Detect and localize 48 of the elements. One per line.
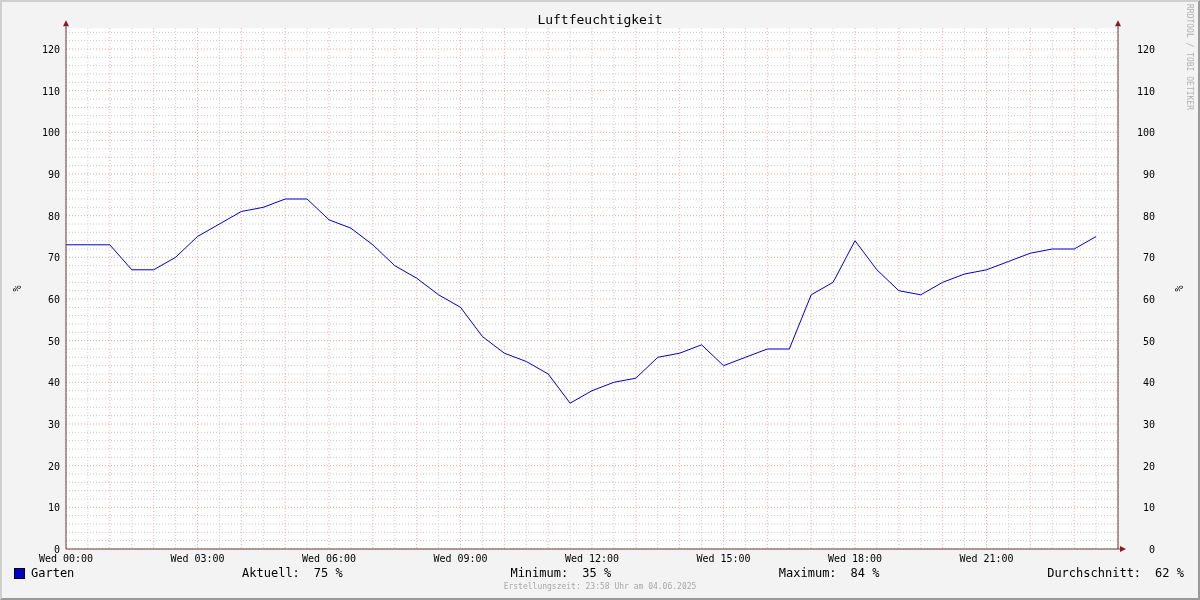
y-tick-label: 30: [47, 419, 60, 430]
chart-title: Luftfeuchtigkeit: [537, 12, 663, 27]
y-axis-label: %: [11, 285, 22, 292]
stat-label: Minimum:: [510, 566, 569, 580]
x-tick-label: Wed 18:00: [827, 553, 883, 564]
creation-time-text: Erstellungszeit: 23:58 Uhr am 04.06.2025: [503, 582, 697, 591]
y-tick-label: 90: [1142, 169, 1155, 180]
stat-value: 62 %: [1155, 566, 1184, 580]
y-tick-label: 120: [41, 44, 60, 55]
y-tick-label: 0: [1148, 544, 1155, 555]
y-tick-label: 10: [47, 502, 60, 514]
x-tick-label: Wed 00:00: [38, 553, 94, 564]
y-tick-label: 100: [41, 127, 60, 139]
stat-value: 75 %: [313, 566, 343, 580]
y-tick-label: 90: [47, 169, 60, 180]
y-tick-label: 50: [1142, 335, 1155, 347]
stat-label: Aktuell:: [242, 566, 300, 580]
y-tick-label: 70: [47, 252, 60, 264]
y-tick-label: 110: [1136, 85, 1155, 97]
x-tick-label: Wed 12:00: [564, 553, 620, 564]
y-tick-label: 60: [1142, 294, 1155, 305]
y-tick-label: 60: [47, 294, 60, 305]
y-tick-label: 20: [47, 460, 60, 472]
x-tick-label: Wed 09:00: [433, 553, 488, 564]
legend-label: Garten: [31, 566, 75, 580]
y-tick-label: 80: [1142, 210, 1155, 222]
y-tick-label: 10: [1142, 502, 1155, 514]
y-tick-label: 120: [1136, 44, 1155, 55]
y-tick-label: 70: [1142, 252, 1155, 264]
y-tick-label: 0: [53, 544, 60, 555]
stat-value: 84 %: [850, 566, 880, 580]
y-tick-label: 20: [1142, 460, 1155, 472]
y-tick-label: 50: [47, 335, 60, 347]
x-tick-label: Wed 21:00: [959, 553, 1014, 564]
y-tick-label: 30: [1142, 419, 1155, 430]
stat-label: Maximum:: [778, 566, 837, 580]
x-tick-label: Wed 03:00: [170, 553, 225, 564]
x-tick-label: Wed 06:00: [301, 553, 357, 564]
y-tick-label: 40: [1142, 377, 1155, 389]
credit-text: RRDTOOL / TOBI OETIKER: [1185, 4, 1194, 110]
stat-label: Durchschnitt:: [1047, 566, 1142, 580]
y-tick-label: 80: [47, 210, 60, 222]
x-tick-label: Wed 15:00: [696, 553, 751, 564]
y-axis-label: %: [1173, 285, 1184, 292]
stat-value: 35 %: [582, 566, 612, 580]
y-tick-label: 40: [47, 377, 60, 389]
y-tick-label: 110: [41, 85, 60, 97]
y-tick-label: 100: [1136, 127, 1155, 139]
